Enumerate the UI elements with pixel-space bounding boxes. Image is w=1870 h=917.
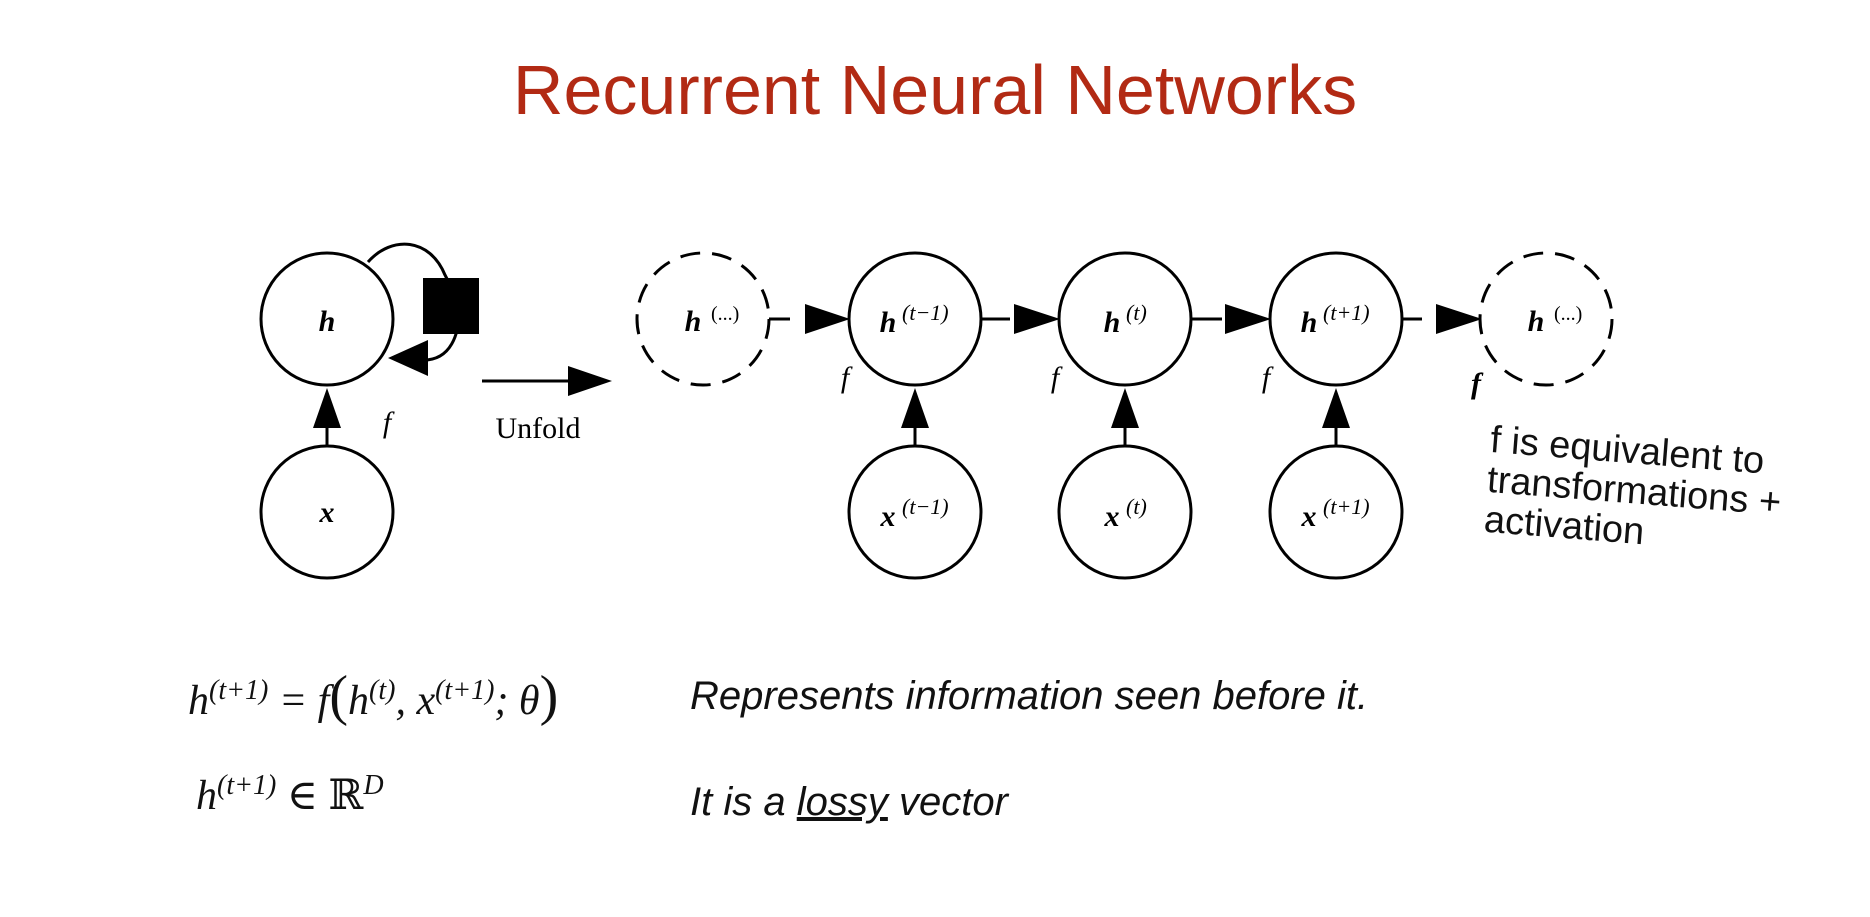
unfolded-rnn: h (...) h (t−1) h (t) h (t+1) h (...) x … <box>635 251 1614 580</box>
eq1-close-paren: ) <box>539 665 559 727</box>
x-node-t-minus-1-sup: (t−1) <box>902 494 949 519</box>
f-label-folded: f <box>383 406 395 439</box>
h-node-t-minus-1-sup: (t−1) <box>902 300 949 325</box>
h-arrowhead-1 <box>1014 304 1060 334</box>
description-line-2-prefix: It is a <box>690 780 786 824</box>
recurrence-equation: h(t+1) = f(h(t), x(t+1); θ) <box>188 664 558 728</box>
folded-rnn: h x f <box>259 242 479 580</box>
h-node-t-minus-1: h (t−1) <box>847 251 983 387</box>
h-node-ellipsis-right-sup: (...) <box>1554 303 1582 325</box>
eq1-equals-f: = f <box>278 678 330 724</box>
h-node-t-plus-1-base: h <box>1301 306 1318 339</box>
h-node-label: h <box>319 305 336 338</box>
x-to-h-arrowhead-1 <box>1111 388 1139 428</box>
h-node-ellipsis-right-base: h <box>1528 305 1545 338</box>
unfold-arrow: Unfold <box>482 366 612 445</box>
unfold-label: Unfold <box>496 412 581 445</box>
x-to-h-arrowhead <box>313 388 341 428</box>
f-label-3: f <box>1471 367 1484 400</box>
x-node-t-plus-1: x (t+1) <box>1268 444 1404 580</box>
h-node-ellipsis-left-base: h <box>685 305 702 338</box>
f-label-2: f <box>1262 361 1274 394</box>
h-node-t-base: h <box>1104 306 1121 339</box>
h-node-t-plus-1: h (t+1) <box>1268 251 1404 387</box>
eq1-x: x <box>416 678 436 724</box>
h-node-ellipsis-right-circle <box>1478 251 1614 387</box>
x-node-t-base: x <box>1104 500 1120 533</box>
h-arrowhead-0 <box>805 304 850 334</box>
eq1-h-sup: (t) <box>369 675 396 706</box>
eq1-comma: , <box>395 678 417 724</box>
x-node-t-plus-1-sup: (t+1) <box>1323 494 1370 519</box>
h-node-ellipsis-left-sup: (...) <box>711 303 739 325</box>
eq1-lhs-sup: (t+1) <box>209 675 269 706</box>
x-node-label: x <box>319 496 335 529</box>
eq1-open-paren: ( <box>329 665 348 727</box>
x-node-t-circle <box>1057 444 1193 580</box>
description-line-2: It is a lossy vector <box>690 780 1008 825</box>
eq1-h: h <box>348 678 369 724</box>
h-node-ellipsis-left: h (...) <box>635 251 771 387</box>
eq1-lhs: h <box>188 678 209 724</box>
x-node-t-plus-1-base: x <box>1301 500 1317 533</box>
x-node-t-minus-1-base: x <box>880 500 896 533</box>
f-label-1: f <box>1051 361 1063 394</box>
delay-square <box>423 278 479 334</box>
description-line-1: Represents information seen before it. <box>690 674 1369 718</box>
description-line-2-suffix: vector <box>898 780 1008 824</box>
unfold-arrowhead <box>568 366 612 396</box>
eq1-theta: θ <box>518 678 540 724</box>
h-arrowhead-2 <box>1225 304 1271 334</box>
h-node-t-sup: (t) <box>1126 300 1147 325</box>
slide: Recurrent Neural Networks h x f Unfold h… <box>0 0 1870 917</box>
h-arrowhead-3 <box>1436 304 1482 334</box>
eq2-lhs: h <box>196 773 217 819</box>
h-node-t-circle <box>1057 251 1193 387</box>
x-to-h-arrowhead-2 <box>1322 388 1350 428</box>
x-node-t-minus-1: x (t−1) <box>847 444 983 580</box>
membership-equation: h(t+1) ∈ ℝD <box>196 770 384 820</box>
self-loop-arrowhead <box>388 340 428 376</box>
eq2-in: ∈ <box>286 773 318 819</box>
eq2-set-sup: D <box>363 770 384 801</box>
x-node-t: x (t) <box>1057 444 1193 580</box>
h-node-t-minus-1-base: h <box>880 306 897 339</box>
h-node-t: h (t) <box>1057 251 1193 387</box>
eq2-lhs-sup: (t+1) <box>217 770 277 801</box>
description-lossy-word: lossy <box>796 780 888 824</box>
h-node-ellipsis-right: h (...) <box>1478 251 1614 387</box>
x-to-h-arrowhead-0 <box>901 388 929 428</box>
x-node-t-sup: (t) <box>1126 494 1147 519</box>
eq2-set: ℝ <box>328 773 364 819</box>
h-node-ellipsis-left-circle <box>635 251 771 387</box>
f-label-0: f <box>841 361 853 394</box>
eq1-semicolon: ; <box>494 678 519 724</box>
h-node-t-plus-1-sup: (t+1) <box>1323 300 1370 325</box>
eq1-x-sup: (t+1) <box>435 675 495 706</box>
